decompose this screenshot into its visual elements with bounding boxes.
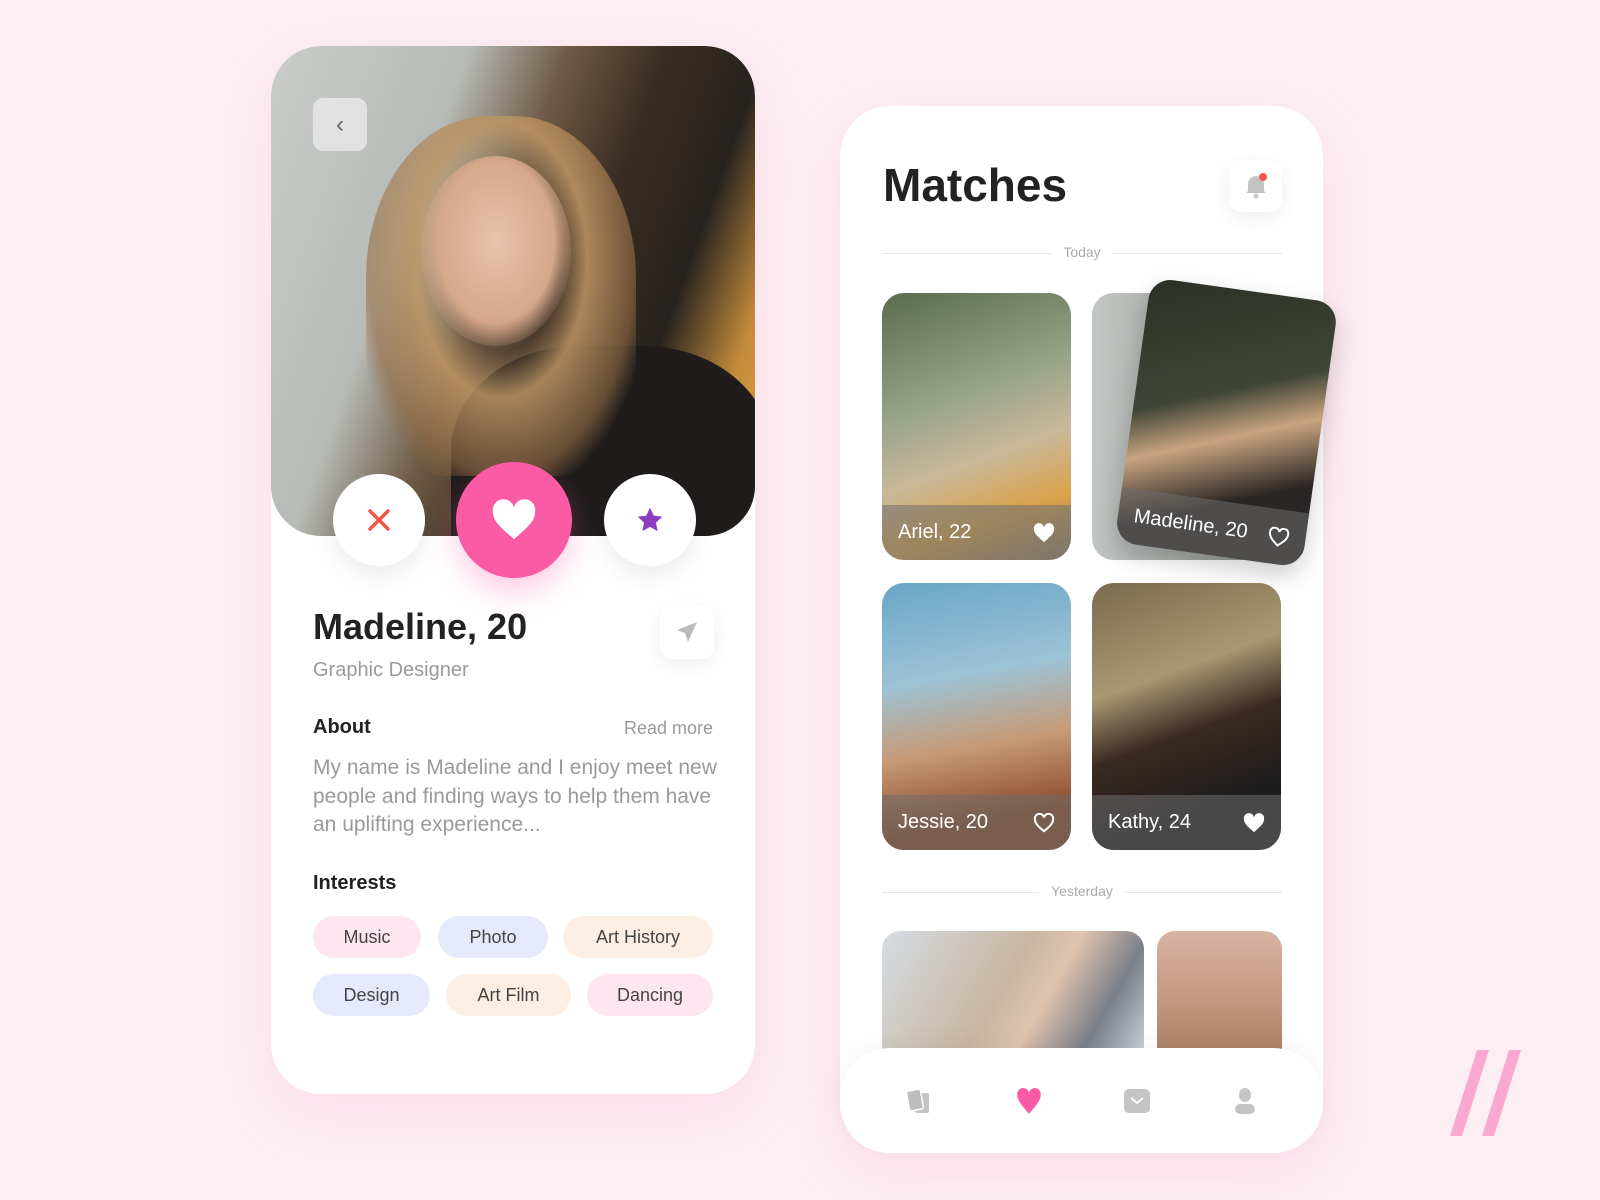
about-heading: About [313,716,371,738]
interest-chip[interactable]: Design [313,974,430,1016]
profile-card: ‹ Madeline, 20 Graphic Designer About Re… [271,46,755,1094]
read-more-link[interactable]: Read more [624,718,713,739]
profile-role: Graphic Designer [313,659,469,681]
match-name: Kathy, 24 [1108,811,1192,833]
heart-filled-icon[interactable] [1243,812,1265,833]
send-message-button[interactable] [660,605,714,659]
match-card-madeline[interactable]: Madeline, 20 [1114,277,1339,568]
bell-icon [1245,173,1267,199]
match-card-kathy[interactable]: Kathy, 24 [1092,583,1281,850]
match-name: Jessie, 20 [898,811,989,833]
heart-icon [492,499,536,540]
notifications-button[interactable] [1229,160,1282,212]
today-label: Today [1051,244,1113,260]
bottom-nav [840,1048,1323,1153]
profile-icon [1235,1088,1255,1114]
heart-outline-icon[interactable] [1266,525,1291,548]
today-divider: Today [882,244,1282,260]
like-button[interactable] [456,462,572,578]
superlike-button[interactable] [604,474,696,566]
interest-chip[interactable]: Art Film [446,974,571,1016]
dislike-button[interactable] [333,474,425,566]
interest-chip[interactable]: Photo [438,916,548,958]
cards-icon [905,1088,929,1113]
interests-heading: Interests [313,872,397,894]
send-icon [677,622,697,642]
page-title: Matches [883,159,1068,211]
back-button[interactable]: ‹ [313,98,367,151]
nav-matches[interactable] [1014,1086,1044,1116]
star-icon [637,507,663,532]
yesterday-divider: Yesterday [882,883,1282,899]
interest-chip[interactable]: Dancing [587,974,713,1016]
interest-chip[interactable]: Music [313,916,421,958]
nav-messages[interactable] [1122,1086,1152,1116]
about-text: My name is Madeline and I enjoy meet new… [313,756,717,837]
profile-name: Madeline, 20 [313,606,528,647]
match-photo-yesterday[interactable] [1157,931,1282,1061]
yesterday-label: Yesterday [1039,883,1125,899]
nav-profile[interactable] [1230,1086,1260,1116]
chevron-left-icon: ‹ [336,110,344,138]
match-card-ariel[interactable]: Ariel, 22 [882,293,1071,560]
heart-filled-icon[interactable] [1033,522,1055,543]
matches-screen: Matches Today Ariel, 22 Madeline, 20 Jes… [840,106,1339,1153]
brand-slashes-logo [1450,1050,1521,1136]
heart-outline-icon[interactable] [1033,812,1055,833]
match-name: Madeline, 20 [1132,505,1250,543]
interest-chip[interactable]: Art History [563,916,713,958]
match-name: Ariel, 22 [898,521,972,543]
heart-icon [1017,1088,1041,1114]
match-card-jessie[interactable]: Jessie, 20 [882,583,1071,850]
match-photo-yesterday[interactable] [882,931,1144,1061]
mail-icon [1124,1089,1150,1113]
nav-cards[interactable] [904,1086,934,1116]
close-icon [368,509,390,531]
